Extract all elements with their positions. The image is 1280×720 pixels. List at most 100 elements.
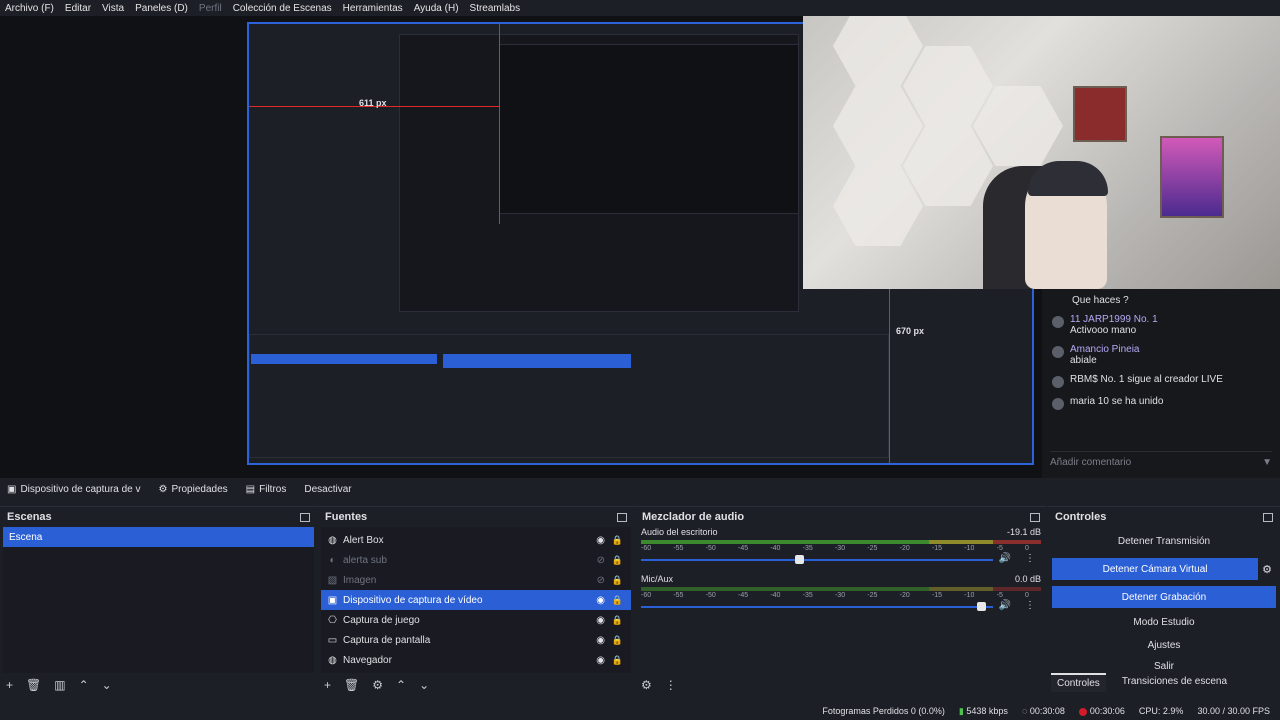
source-item[interactable]: ◍ Alert Box ◉ 🔒	[321, 530, 631, 550]
menu-perfil[interactable]: Perfil	[199, 3, 222, 14]
hidden-icon[interactable]: ⊘	[597, 555, 605, 566]
menu-coleccion-escenas[interactable]: Colección de Escenas	[233, 3, 332, 14]
scenes-title: Escenas	[7, 511, 52, 523]
chat-username: maria 10	[1070, 396, 1109, 407]
visibility-icon[interactable]: ◉	[596, 635, 605, 646]
speaker-icon[interactable]: 🔊	[999, 600, 1011, 611]
trash-icon[interactable]: 🗑	[344, 678, 359, 692]
measure-line-right	[889, 279, 890, 463]
chevron-up-icon[interactable]: ⌃	[396, 678, 406, 692]
record-icon	[1078, 707, 1087, 716]
sources-title: Fuentes	[325, 511, 368, 523]
measure-line-v	[499, 24, 500, 224]
source-label: Alert Box	[343, 534, 384, 546]
scenes-header: Escenas	[0, 507, 317, 527]
speaker-icon[interactable]: 🔊	[999, 553, 1011, 564]
filters-label: Filtros	[259, 483, 287, 495]
lock-icon[interactable]: 🔒	[612, 555, 623, 566]
undock-icon[interactable]	[1263, 512, 1273, 522]
visibility-icon[interactable]: ◉	[596, 615, 605, 626]
menu-archivo[interactable]: Archivo (F)	[5, 3, 54, 14]
chat-text: Que haces ?	[1072, 295, 1129, 306]
undock-icon[interactable]	[617, 512, 627, 522]
undock-icon[interactable]	[1030, 512, 1040, 522]
channel-level: -19.1 dB	[1006, 527, 1041, 537]
menu-streamlabs[interactable]: Streamlabs	[470, 3, 521, 14]
visibility-icon[interactable]: ◉	[596, 595, 605, 606]
settings-button[interactable]: Ajustes	[1052, 636, 1276, 654]
chat-input-placeholder: Añadir comentario	[1050, 457, 1132, 468]
volume-fader[interactable]: 🔊 ⋮	[641, 553, 1041, 566]
menu-editar[interactable]: Editar	[65, 3, 91, 14]
kebab-menu-icon[interactable]: ⋮	[1025, 553, 1035, 564]
hidden-icon[interactable]: ⊘	[597, 575, 605, 586]
channel-name: Audio del escritorio	[641, 527, 718, 537]
controls-title: Controles	[1055, 511, 1107, 523]
chat-input[interactable]: Añadir comentario ▼	[1050, 451, 1272, 473]
controls-header: Controles	[1048, 507, 1280, 527]
lock-icon[interactable]: 🔒	[612, 535, 623, 546]
volume-fader[interactable]: 🔊 ⋮	[641, 600, 1041, 613]
chat-username: RBM$ No. 1	[1070, 374, 1125, 385]
add-icon[interactable]: +	[324, 678, 331, 692]
source-label: Dispositivo de captura de vídeo	[343, 594, 483, 606]
chevron-up-icon[interactable]: ⌃	[79, 678, 89, 692]
gear-icon[interactable]: ⚙	[1262, 563, 1272, 576]
menu-vista[interactable]: Vista	[102, 3, 124, 14]
lock-icon[interactable]: 🔒	[612, 575, 623, 586]
lock-icon[interactable]: 🔒	[612, 635, 623, 646]
chevron-down-icon[interactable]: ⌄	[419, 678, 429, 692]
studio-mode-button[interactable]: Modo Estudio	[1052, 611, 1276, 633]
wall-hex	[833, 166, 923, 246]
add-icon[interactable]: +	[6, 678, 13, 692]
stop-virtual-cam-button[interactable]: Detener Cámara Virtual	[1052, 558, 1259, 580]
fader-knob[interactable]	[977, 602, 986, 611]
lock-icon[interactable]: 🔒	[612, 615, 623, 626]
meter-ticks: -60 -55 -50 -45 -40 -35 -30 -25 -20 -15 -10 -5 0	[641, 545, 1029, 552]
chat-text: abiale	[1070, 355, 1097, 366]
filters-button[interactable]: ▤ Filtros	[246, 484, 287, 495]
menu-paneles[interactable]: Paneles (D)	[135, 3, 188, 14]
visibility-icon[interactable]: ◉	[596, 655, 605, 666]
source-label: alerta sub	[343, 554, 387, 566]
tab-transitions[interactable]: Transiciones de escena	[1116, 673, 1233, 692]
kebab-menu-icon[interactable]: ⋮	[665, 678, 677, 692]
menu-herramientas[interactable]: Herramientas	[343, 3, 403, 14]
lock-icon[interactable]: 🔒	[612, 595, 623, 606]
source-item[interactable]: ⎔ Captura de juego ◉ 🔒	[321, 610, 631, 630]
chevron-down-icon[interactable]: ⌄	[102, 678, 112, 692]
eye-icon: ◐	[329, 554, 336, 566]
scenes-list: Escena	[3, 527, 314, 673]
deactivate-button[interactable]: Desactivar	[304, 484, 351, 495]
wall-hex	[833, 86, 923, 166]
fader-track[interactable]	[641, 606, 993, 608]
kebab-menu-icon[interactable]: ⋮	[1025, 600, 1035, 611]
avatar	[1052, 398, 1064, 410]
menu-ayuda[interactable]: Ayuda (H)	[414, 3, 459, 14]
trash-icon[interactable]: 🗑	[26, 678, 41, 692]
visibility-icon[interactable]: ◉	[596, 535, 605, 546]
preview-area[interactable]: 611 px 670 px Que haces ? 11 JARP1999 No…	[0, 16, 1280, 478]
fader-knob[interactable]	[795, 555, 804, 564]
source-item-selected[interactable]: ▣ Dispositivo de captura de vídeo ◉ 🔒	[321, 590, 631, 610]
tab-controls[interactable]: Controles	[1051, 673, 1106, 692]
undock-icon[interactable]	[300, 512, 310, 522]
source-item[interactable]: ◍ Navegador ◉ 🔒	[321, 650, 631, 670]
scene-item[interactable]: Escena	[3, 527, 314, 547]
source-item[interactable]: ◐ alerta sub ⊘ 🔒	[321, 550, 631, 570]
source-item[interactable]: ▧ Imagen ⊘ 🔒	[321, 570, 631, 590]
controls-dock: Controles Detener Transmisión Detener Cá…	[1048, 506, 1280, 698]
filter-icon[interactable]: ▥	[54, 678, 65, 692]
gear-icon[interactable]: ⚙	[372, 678, 383, 692]
poster-left	[1073, 86, 1127, 142]
nested-docks	[249, 334, 889, 458]
source-item[interactable]: ▭ Captura de pantalla ◉ 🔒	[321, 630, 631, 650]
settings-icon[interactable]: ⚙	[641, 678, 652, 692]
fader-track[interactable]	[641, 559, 993, 561]
filter-icon[interactable]: ▼	[1262, 457, 1272, 468]
mixer-header: Mezclador de audio	[635, 507, 1047, 527]
stop-stream-button[interactable]: Detener Transmisión	[1052, 530, 1276, 552]
lock-icon[interactable]: 🔒	[612, 655, 623, 666]
properties-button[interactable]: ⚙ Propiedades	[159, 484, 228, 495]
stop-recording-button[interactable]: Detener Grabación	[1052, 586, 1276, 608]
